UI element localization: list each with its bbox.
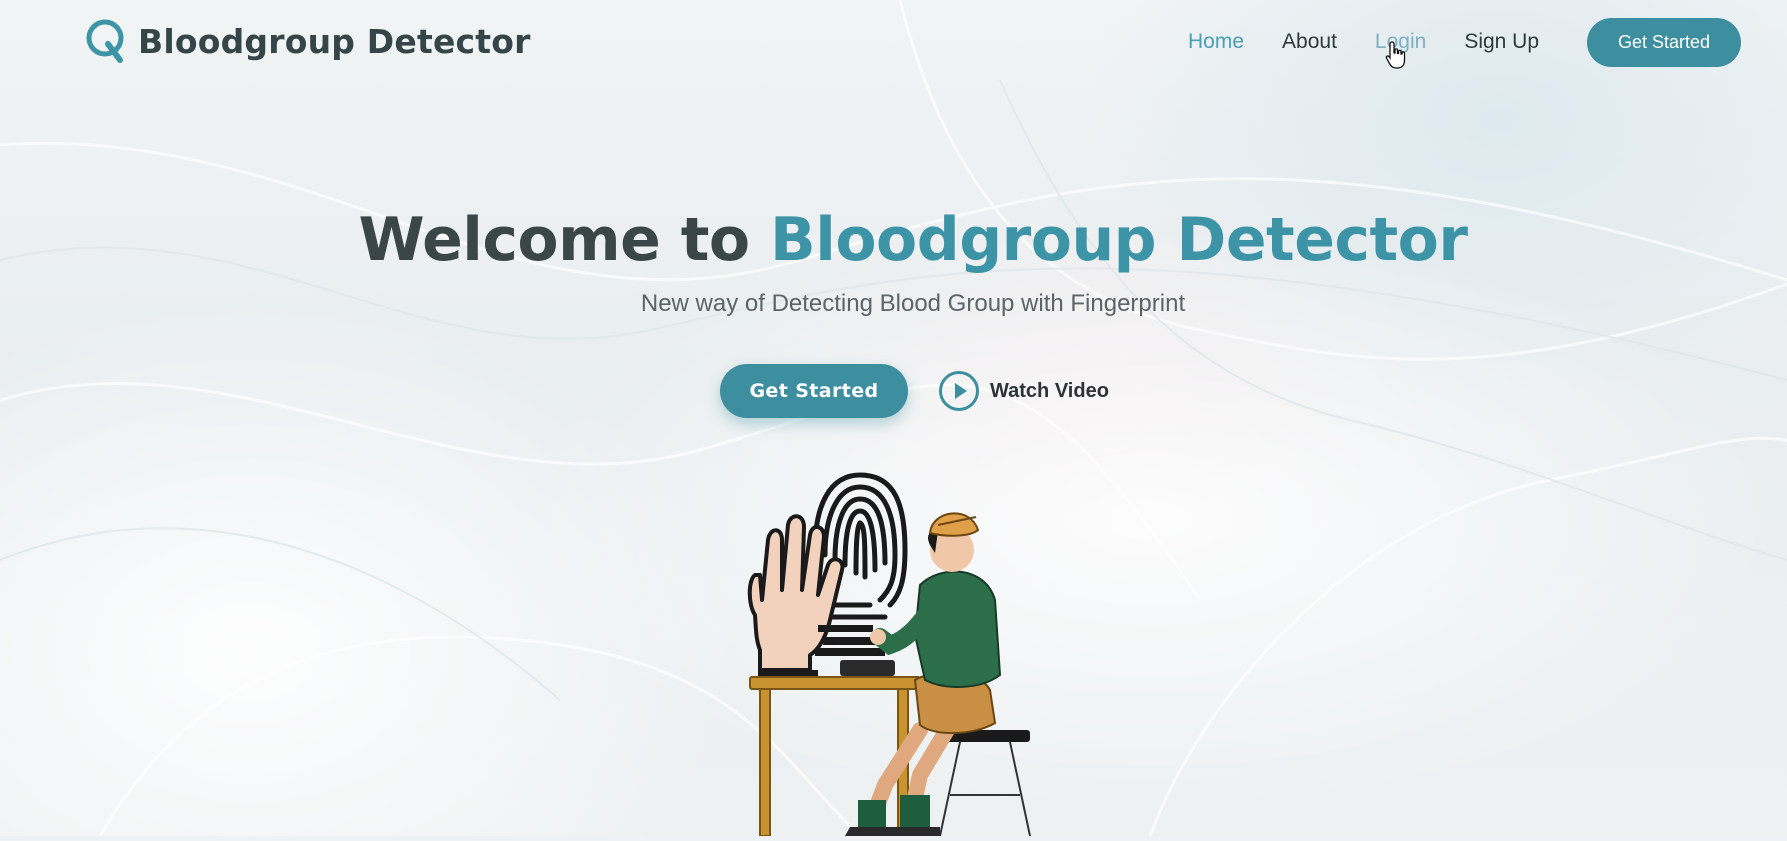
fingerprint-scanning-illustration [720,455,1050,837]
hand-icon [747,514,845,672]
nav-signup[interactable]: Sign Up [1464,22,1539,62]
brand-name: Bloodgroup Detector [138,21,531,61]
hero-title-accent: Bloodgroup Detector [770,205,1468,275]
hand-cursor-icon [1385,40,1407,70]
play-icon [938,370,980,412]
hero-subtitle: New way of Detecting Blood Group with Fi… [640,290,1186,317]
nav-about[interactable]: About [1282,22,1337,62]
brand[interactable]: Bloodgroup Detector [84,18,531,64]
watch-video-button[interactable]: Watch Video [938,370,1109,412]
q-logo-icon [84,18,130,64]
main-nav: Home About Login Sign Up [1188,22,1577,62]
hero-get-started-button[interactable]: Get Started [720,364,908,418]
header-get-started-button[interactable]: Get Started [1587,18,1741,67]
site-header: Bloodgroup Detector Home About Login Sig… [0,0,1787,86]
hero-title-prefix: Welcome to [358,205,751,275]
watch-video-label: Watch Video [990,379,1109,402]
nav-home[interactable]: Home [1188,22,1244,62]
hero-title: Welcome to Bloodgroup Detector [0,205,1787,275]
hero-actions: Get Started Watch Video [720,364,1109,418]
